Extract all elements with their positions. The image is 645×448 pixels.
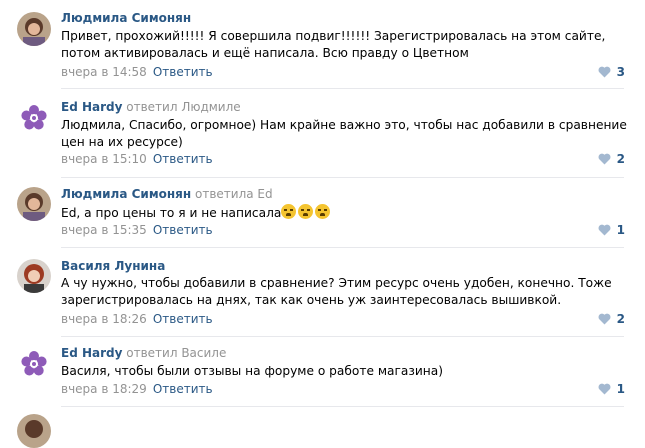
divider xyxy=(61,406,624,407)
reply-button[interactable]: Ответить xyxy=(153,382,213,396)
author-name[interactable]: Людмила Симонян xyxy=(61,11,191,25)
comment-header: Ed Hardy ответил Людмиле xyxy=(61,100,241,115)
comment-date[interactable]: вчера в 18:29 xyxy=(61,382,147,396)
reply-to[interactable]: ответил Василе xyxy=(126,346,226,360)
comment-footer: вчера в 15:35 Ответить xyxy=(61,223,213,238)
avatar[interactable] xyxy=(17,259,51,293)
like-button[interactable]: 1 xyxy=(598,382,625,399)
like-button[interactable]: 2 xyxy=(598,152,625,169)
reply-button[interactable]: Ответить xyxy=(153,223,213,237)
comment-date[interactable]: вчера в 15:10 xyxy=(61,152,147,166)
like-count: 3 xyxy=(616,65,625,79)
author-name[interactable]: Василя Лунина xyxy=(61,259,165,273)
reply-to[interactable]: ответил Людмиле xyxy=(126,100,240,114)
avatar[interactable] xyxy=(17,347,51,381)
comment-footer: вчера в 18:26 Ответить xyxy=(61,312,213,327)
comment-text: Людмила, Спасибо, огромное) Нам крайне в… xyxy=(61,118,627,149)
author-name[interactable]: Людмила Симонян xyxy=(61,187,191,201)
like-count: 2 xyxy=(616,312,625,326)
comment-text: Василя, чтобы были отзывы на форуме о ра… xyxy=(61,364,443,378)
avatar[interactable] xyxy=(17,12,51,46)
reply-button[interactable]: Ответить xyxy=(153,65,213,79)
avatar[interactable] xyxy=(17,187,51,221)
heart-icon xyxy=(598,153,611,169)
weary-face-emoji-icon xyxy=(315,204,331,219)
comment-2: Ed Hardy ответил Людмиле Людмила, Спасиб… xyxy=(0,89,645,177)
comment-text: А чу нужно, чтобы добавили в сравнение? … xyxy=(61,276,612,307)
reply-to[interactable]: ответила Ed xyxy=(195,187,273,201)
comment-4: Василя Лунина А чу нужно, чтобы добавили… xyxy=(0,248,645,338)
heart-icon xyxy=(598,383,611,399)
comment-date[interactable]: вчера в 15:35 xyxy=(61,223,147,237)
comment-header: Людмила Симонян ответила Ed xyxy=(61,187,273,202)
author-name[interactable]: Ed Hardy xyxy=(61,346,122,360)
comment-3: Людмила Симонян ответила Ed Ed, а про це… xyxy=(0,178,645,248)
like-count: 2 xyxy=(616,152,625,166)
comment-header: Ed Hardy ответил Василе xyxy=(61,346,226,361)
comment-1: Людмила Симонян Привет, прохожий!!!!! Я … xyxy=(0,0,645,88)
author-name[interactable]: Ed Hardy xyxy=(61,100,122,114)
like-count: 1 xyxy=(616,382,625,396)
comment-footer: вчера в 18:29 Ответить xyxy=(61,382,213,397)
avatar[interactable] xyxy=(17,414,51,448)
comment-text: Привет, прохожий!!!!! Я совершила подвиг… xyxy=(61,29,606,60)
comment-footer: вчера в 15:10 Ответить xyxy=(61,152,213,167)
avatar[interactable] xyxy=(17,101,51,135)
comment-5: Ed Hardy ответил Василе Василя, чтобы бы… xyxy=(0,337,645,407)
heart-icon xyxy=(598,224,611,240)
comment-text-body: Ed, а про цены то я и не написала xyxy=(61,206,282,220)
like-button[interactable]: 1 xyxy=(598,223,625,240)
comment-text: Ed, а про цены то я и не написала xyxy=(61,204,631,222)
weary-face-emoji-icon xyxy=(298,204,314,219)
heart-icon xyxy=(598,66,611,82)
like-button[interactable]: 3 xyxy=(598,65,625,82)
comment-date[interactable]: вчера в 14:58 xyxy=(61,65,147,79)
weary-face-emoji-icon xyxy=(281,204,297,219)
reply-button[interactable]: Ответить xyxy=(153,312,213,326)
comment-date[interactable]: вчера в 18:26 xyxy=(61,312,147,326)
comment-header: Василя Лунина xyxy=(61,259,165,274)
reply-button[interactable]: Ответить xyxy=(153,152,213,166)
heart-icon xyxy=(598,313,611,329)
comment-header: Людмила Симонян xyxy=(61,11,191,26)
comment-footer: вчера в 14:58 Ответить xyxy=(61,65,213,80)
like-count: 1 xyxy=(616,223,625,237)
like-button[interactable]: 2 xyxy=(598,312,625,329)
